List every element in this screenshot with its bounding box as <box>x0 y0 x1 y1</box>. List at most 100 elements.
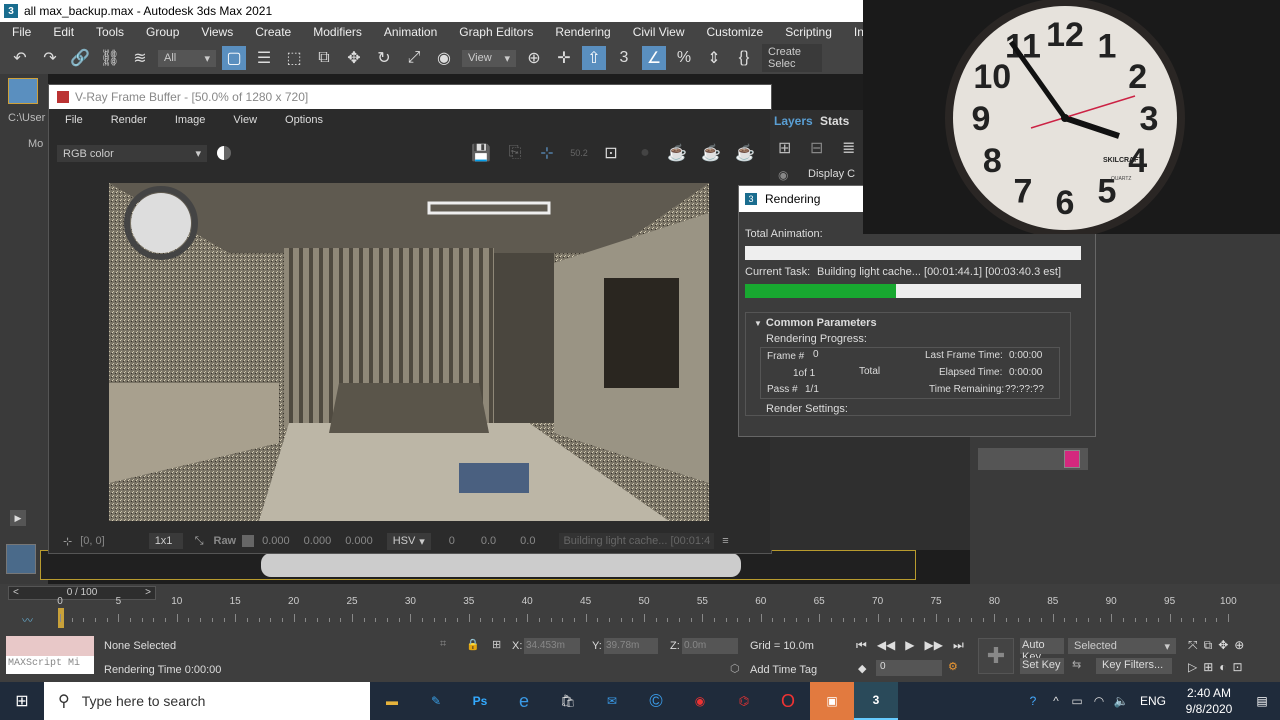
stop-render-icon[interactable]: ☕ <box>699 141 723 165</box>
select-object-icon[interactable]: ▢ <box>222 46 246 70</box>
go-to-end-icon[interactable]: ⏭ <box>953 638 964 653</box>
render-icon[interactable]: ☕ <box>733 141 757 165</box>
vfb-menu-image[interactable]: Image <box>159 114 218 126</box>
menu-views[interactable]: Views <box>189 25 243 39</box>
percent-snap-icon[interactable]: % <box>672 46 696 70</box>
prev-frame-icon[interactable]: ◀◀ <box>877 638 895 653</box>
vfb-menu-file[interactable]: File <box>49 114 95 126</box>
nav-fov-icon[interactable]: ▷ <box>1188 660 1197 674</box>
3dsmax-taskbar-icon[interactable]: 3 <box>854 682 898 720</box>
render-interactive-icon[interactable]: ☕ <box>665 141 689 165</box>
keyboard-shortcut-icon[interactable]: ⇧ <box>582 46 606 70</box>
spinner-snap-icon[interactable]: ⇕ <box>702 46 726 70</box>
nav-walk-icon[interactable]: ⊞ <box>1203 660 1213 674</box>
menu-scripting[interactable]: Scripting <box>773 25 842 39</box>
layer-stack-icon[interactable]: ≣ <box>842 138 855 158</box>
key-set-dropdown[interactable]: Selected ▾ <box>1068 638 1176 654</box>
picker-icon[interactable]: ⤡ <box>195 535 204 548</box>
link-icon[interactable]: 🔗 <box>68 46 92 70</box>
common-params-header[interactable]: ▼ Common Parameters <box>754 317 877 329</box>
nav-orbit-icon[interactable]: ⊕ <box>1234 638 1244 653</box>
nav-arc-icon[interactable]: ◐ <box>1219 660 1226 674</box>
menu-file[interactable]: File <box>0 25 41 39</box>
lock-icon[interactable]: 🔒 <box>466 638 480 651</box>
save-image-icon[interactable]: 💾 <box>469 141 493 165</box>
menu-edit[interactable]: Edit <box>41 25 84 39</box>
edit-named-selection-icon[interactable]: {} <box>732 46 756 70</box>
key-filters-button[interactable]: Key Filters... <box>1096 658 1172 674</box>
history-icon[interactable]: 50.2 <box>567 141 591 165</box>
edge-icon[interactable]: e <box>502 682 546 720</box>
menu-tools[interactable]: Tools <box>84 25 134 39</box>
menu-group[interactable]: Group <box>134 25 189 39</box>
set-key-button[interactable]: Set Key <box>1020 658 1064 674</box>
acrobat-icon[interactable]: ⌬ <box>722 682 766 720</box>
opera-icon[interactable]: O <box>766 682 810 720</box>
volume-icon[interactable]: 🔈 <box>1110 682 1132 720</box>
absolute-mode-icon[interactable]: ⊞ <box>492 638 501 651</box>
menu-customize[interactable]: Customize <box>695 25 774 39</box>
network-icon[interactable]: ◠ <box>1088 682 1110 720</box>
key-mode-icon[interactable]: ◆ <box>858 662 866 675</box>
remove-layer-icon[interactable]: ⊟ <box>810 138 823 158</box>
rotate-icon[interactable]: ↻ <box>372 46 396 70</box>
menu-modifiers[interactable]: Modifiers <box>301 25 372 39</box>
time-slider[interactable]: < 0 / 100 > <box>8 586 156 600</box>
set-key-big-icon[interactable]: ✚ <box>978 638 1014 674</box>
reference-coord-dropdown[interactable]: View ▾ <box>462 49 516 67</box>
hsv-dropdown[interactable]: HSV ▾ <box>386 532 431 550</box>
select-manipulate-icon[interactable]: ✛ <box>552 46 576 70</box>
nav-zoom-all-icon[interactable]: ⧉ <box>1204 638 1213 653</box>
x-field[interactable]: 34.453m <box>524 638 580 654</box>
menu-civil-view[interactable]: Civil View <box>621 25 695 39</box>
windows-start-icon[interactable]: ⊞ <box>0 682 44 720</box>
maxscript-input[interactable]: MAXScript Mi <box>6 656 94 674</box>
selection-filter-dropdown[interactable]: All ▾ <box>158 49 216 67</box>
viewport-swatch[interactable] <box>6 544 36 574</box>
app-orange-icon[interactable]: ▣ <box>810 682 854 720</box>
menu-rendering[interactable]: Rendering <box>543 25 620 39</box>
pivot-center-icon[interactable]: ⊕ <box>522 46 546 70</box>
time-prev-icon[interactable]: < <box>13 587 19 599</box>
play-icon[interactable]: ▶ <box>905 638 914 653</box>
file-explorer-icon[interactable]: ▬ <box>370 682 414 720</box>
unlink-icon[interactable]: ⛓ <box>98 46 122 70</box>
play-small-icon[interactable]: ▶ <box>10 510 26 526</box>
taskbar-clock[interactable]: 2:40 AM 9/8/2020 <box>1174 685 1244 717</box>
browser-c-icon[interactable]: © <box>634 682 678 720</box>
add-time-tag[interactable]: Add Time Tag <box>750 664 817 676</box>
bind-spacewarp-icon[interactable]: ≋ <box>128 46 152 70</box>
time-next-icon[interactable]: > <box>145 587 151 599</box>
channel-dropdown[interactable]: RGB color ▾ <box>57 145 207 162</box>
rect-selection-icon[interactable]: ⬚ <box>282 46 306 70</box>
vfb-menu-render[interactable]: Render <box>95 114 159 126</box>
move-icon[interactable]: ✥ <box>342 46 366 70</box>
davinci-icon[interactable]: ◉ <box>678 682 722 720</box>
menu-animation[interactable]: Animation <box>372 25 447 39</box>
vfb-menu-options[interactable]: Options <box>269 114 335 126</box>
store-icon[interactable]: 🛍 <box>546 682 590 720</box>
language-indicator[interactable]: ENG <box>1140 694 1166 708</box>
menu-create[interactable]: Create <box>243 25 301 39</box>
scene-explorer-icon[interactable] <box>8 78 38 104</box>
photoshop-icon[interactable]: Ps <box>458 682 502 720</box>
nav-pan-icon[interactable]: ✥ <box>1218 638 1228 653</box>
auto-key-button[interactable]: Auto Key <box>1020 638 1064 663</box>
undo-icon[interactable]: ↶ <box>8 46 32 70</box>
redo-icon[interactable]: ↷ <box>38 46 62 70</box>
add-layer-icon[interactable]: ⊞ <box>778 138 791 158</box>
clear-icon[interactable]: ● <box>633 141 657 165</box>
tab-layers[interactable]: Layers <box>774 114 813 128</box>
save-all-icon[interactable]: ⎘ <box>503 141 527 165</box>
scale-icon[interactable]: ⤢ <box>402 46 426 70</box>
isolate-icon[interactable]: ⌗ <box>440 638 446 651</box>
color-swatch[interactable] <box>1064 450 1080 468</box>
next-frame-icon[interactable]: ▶▶ <box>925 638 943 653</box>
snaps-toggle-icon[interactable]: 3 <box>612 46 636 70</box>
region-render-icon[interactable]: ⊹ <box>535 141 559 165</box>
create-selection-set[interactable]: Create Selec <box>762 44 822 72</box>
mail-app-icon[interactable]: ✎ <box>414 682 458 720</box>
placement-icon[interactable]: ◉ <box>432 46 456 70</box>
window-crossing-icon[interactable]: ⧉ <box>312 46 336 70</box>
timeline-ruler[interactable]: 0 5 10 15 20 25 30 35 40 45 50 55 60 65 70 75 80 85 90 95 10… <box>0 596 1280 634</box>
